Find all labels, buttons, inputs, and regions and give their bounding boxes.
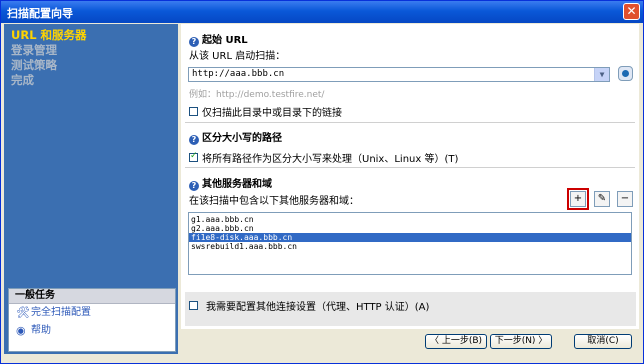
general-tasks-header: 一般任务: [9, 289, 175, 304]
case-sensitive-checkbox[interactable]: 将所有路径作为区分大小写来处理（Unix、Linux 等）(T): [189, 150, 458, 165]
close-button[interactable]: ✕: [623, 3, 640, 20]
task-label: 帮助: [31, 325, 51, 336]
back-button[interactable]: 〈 上一步(B): [425, 334, 487, 349]
main-panel: ? 起始 URL 从该 URL 启动扫描： http://aaa.bbb.cn ▼…: [181, 24, 639, 329]
checkbox-box[interactable]: [189, 301, 198, 310]
list-item[interactable]: swsrebuild1.aaa.bbb.cn: [189, 242, 631, 251]
wizard-window: 扫描配置向导 ✕ URL 和服务器 登录管理 测试策略 完成 一般任务 🛠 完全…: [0, 0, 644, 364]
servers-label: 在该扫描中包含以下其他服务器和域：: [189, 196, 359, 207]
globe-icon: [622, 70, 629, 77]
task-full-scan-config[interactable]: 🛠 完全扫描配置: [9, 304, 175, 322]
case-heading: ? 区分大小写的路径: [189, 129, 282, 145]
nav-item-finish[interactable]: 完成: [11, 73, 178, 88]
nav-item-url-servers[interactable]: URL 和服务器: [11, 28, 178, 43]
tools-icon: 🛠: [16, 306, 30, 319]
servers-heading: ? 其他服务器和域: [189, 175, 272, 191]
general-tasks-panel: 一般任务 🛠 完全扫描配置 ◉ 帮助: [8, 288, 176, 352]
divider: [185, 122, 635, 123]
cancel-button[interactable]: 取消(C): [574, 334, 632, 349]
start-url-input[interactable]: http://aaa.bbb.cn ▼: [188, 67, 610, 82]
list-item[interactable]: g2.aaa.bbb.cn: [189, 224, 631, 233]
servers-list[interactable]: g1.aaa.bbb.cn g2.aaa.bbb.cn fi1e8-disk.a…: [188, 212, 632, 275]
only-dir-checkbox[interactable]: 仅扫描此目录中或目录下的链接: [189, 104, 342, 119]
task-label: 完全扫描配置: [31, 307, 91, 318]
wizard-steps: URL 和服务器 登录管理 测试策略 完成: [4, 24, 178, 88]
divider: [185, 167, 635, 168]
list-item[interactable]: fi1e8-disk.aaa.bbb.cn: [189, 233, 631, 242]
url-example: 例如：http://demo.testfire.net/: [189, 90, 325, 100]
nav-item-login[interactable]: 登录管理: [11, 43, 178, 58]
question-icon: ?: [189, 135, 199, 145]
chevron-down-icon[interactable]: ▼: [594, 68, 609, 81]
nav-item-test-policy[interactable]: 测试策略: [11, 58, 178, 73]
proxy-section: 我需要配置其他连接设置（代理、HTTP 认证）(A): [185, 292, 636, 326]
add-server-button[interactable]: +: [567, 188, 589, 210]
remove-server-button[interactable]: −: [617, 191, 633, 207]
left-pane: URL 和服务器 登录管理 测试策略 完成 一般任务 🛠 完全扫描配置 ◉ 帮助: [4, 24, 178, 354]
list-item[interactable]: g1.aaa.bbb.cn: [189, 215, 631, 224]
checkbox-box[interactable]: [189, 151, 198, 162]
start-url-label: 从该 URL 启动扫描：: [189, 51, 286, 62]
start-url-heading: ? 起始 URL: [189, 31, 248, 47]
question-icon: ?: [189, 181, 199, 191]
globe-button[interactable]: [618, 66, 633, 81]
checkbox-box[interactable]: [189, 107, 198, 116]
window-title: 扫描配置向导: [7, 7, 73, 20]
next-button[interactable]: 下一步(N) 〉: [490, 334, 552, 349]
proxy-checkbox[interactable]: 我需要配置其他连接设置（代理、HTTP 认证）(A): [189, 298, 429, 313]
edit-server-button[interactable]: ✎: [594, 191, 610, 207]
task-help[interactable]: ◉ 帮助: [9, 322, 175, 340]
help-icon: ◉: [16, 324, 26, 337]
question-icon: ?: [189, 37, 199, 47]
title-bar: 扫描配置向导 ✕: [1, 1, 643, 23]
